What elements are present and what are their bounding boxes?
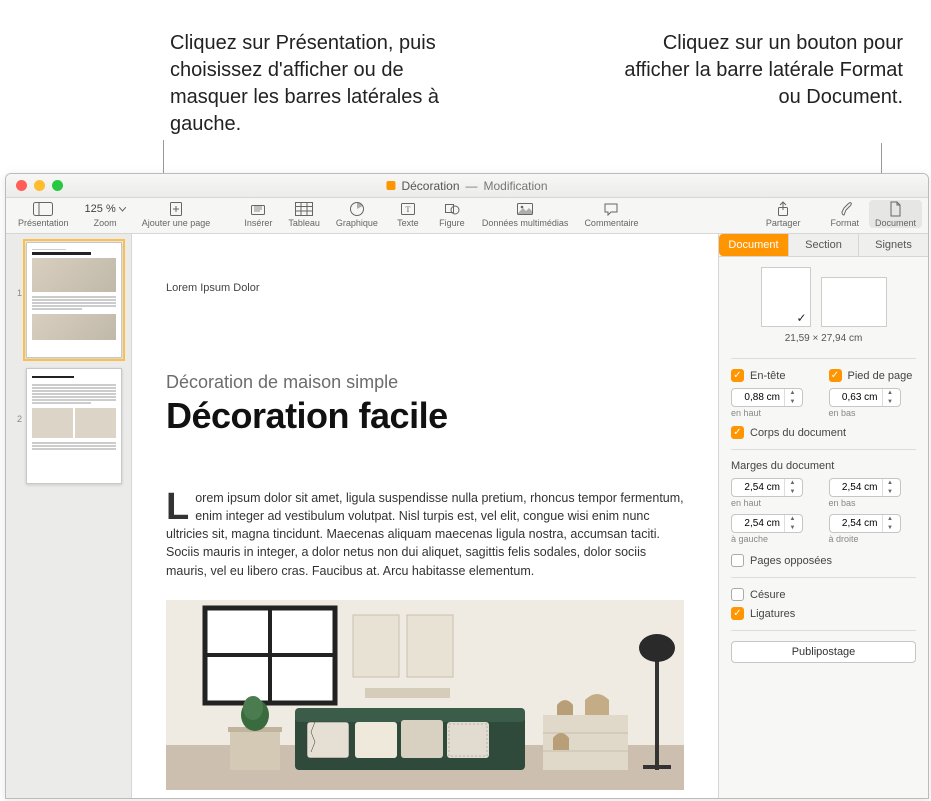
thumbnail-page-1[interactable] [26, 242, 122, 358]
thumbnail-number: 2 [12, 414, 22, 424]
margin-left-stepper[interactable]: ▲▼ [731, 514, 803, 533]
app-window: Décoration — Modification Présentation 1… [5, 173, 929, 799]
footer-sublabel: en bas [829, 408, 917, 418]
stepper-down-icon[interactable]: ▼ [785, 398, 800, 407]
tab-document[interactable]: Document [719, 234, 788, 256]
table-icon [292, 200, 316, 218]
toolbar: Présentation 125 % Zoom Ajouter une page… [6, 198, 928, 234]
minimize-window-button[interactable] [34, 180, 45, 191]
body-checkbox[interactable]: ✓ [731, 426, 744, 439]
document-icon-toolbar [883, 200, 907, 218]
text-button[interactable]: T Texte [388, 200, 428, 228]
page-size-label: 21,59 × 27,94 cm [731, 333, 916, 344]
svg-text:T: T [405, 205, 410, 214]
format-brush-icon [833, 200, 857, 218]
document-canvas[interactable]: Lorem Ipsum Dolor Décoration de maison s… [132, 234, 718, 798]
view-button[interactable]: Présentation [12, 200, 75, 228]
stepper-up-icon[interactable]: ▲ [883, 389, 898, 398]
margin-bottom-input[interactable] [830, 482, 882, 493]
tab-bookmarks[interactable]: Signets [858, 234, 928, 256]
document-title: Décoration [401, 179, 459, 193]
zoom-value: 125 % [85, 200, 126, 218]
document-status: Modification [484, 179, 548, 193]
add-page-icon [164, 200, 188, 218]
stepper-up-icon[interactable]: ▲ [785, 389, 800, 398]
facing-pages-checkbox[interactable] [731, 554, 744, 567]
header-stepper[interactable]: ▲▼ [731, 388, 803, 407]
page-subtitle: Décoration de maison simple [166, 372, 684, 393]
shape-icon [440, 200, 464, 218]
margin-right-stepper[interactable]: ▲▼ [829, 514, 901, 533]
check-icon: ✓ [796, 311, 806, 325]
insert-icon [246, 200, 270, 218]
header-label: En-tête [750, 370, 785, 382]
chart-button[interactable]: Graphique [330, 200, 384, 228]
share-button[interactable]: Partager [760, 200, 807, 228]
inspector-sidebar: Document Section Signets ✓ 21,59 × 27,94… [718, 234, 928, 798]
page-size-landscape[interactable] [821, 277, 887, 327]
page-header-text: Lorem Ipsum Dolor [166, 282, 684, 294]
share-icon [771, 200, 795, 218]
callout-right: Cliquez sur un bouton pour afficher la b… [623, 30, 903, 111]
footer-checkbox[interactable]: ✓ [829, 369, 842, 382]
chart-icon [345, 200, 369, 218]
facing-pages-label: Pages opposées [750, 555, 832, 567]
format-button[interactable]: Format [824, 200, 865, 228]
document-icon [386, 181, 395, 190]
page-size-portrait[interactable]: ✓ [761, 267, 811, 327]
callout-left: Cliquez sur Présentation, puis choisisse… [170, 30, 480, 138]
body-label: Corps du document [750, 427, 846, 439]
tab-section[interactable]: Section [788, 234, 858, 256]
ligatures-label: Ligatures [750, 608, 795, 620]
media-button[interactable]: Données multimédias [476, 200, 575, 228]
comment-button[interactable]: Commentaire [578, 200, 644, 228]
media-icon [513, 200, 537, 218]
header-value-input[interactable] [732, 392, 784, 403]
hyphenation-label: Césure [750, 589, 785, 601]
shape-button[interactable]: Figure [432, 200, 472, 228]
page-title: Décoration facile [166, 395, 684, 437]
stepper-down-icon[interactable]: ▼ [883, 398, 898, 407]
footer-label: Pied de page [848, 370, 913, 382]
header-checkbox[interactable]: ✓ [731, 369, 744, 382]
footer-value-input[interactable] [830, 392, 882, 403]
margins-title: Marges du document [731, 460, 916, 472]
add-page-button[interactable]: Ajouter une page [136, 200, 217, 228]
footer-stepper[interactable]: ▲▼ [829, 388, 901, 407]
margin-left-input[interactable] [732, 518, 784, 529]
insert-button[interactable]: Insérer [238, 200, 278, 228]
comment-icon [599, 200, 623, 218]
header-sublabel: en haut [731, 408, 819, 418]
document-button[interactable]: Document [869, 200, 922, 228]
titlebar: Décoration — Modification [6, 174, 928, 198]
margin-top-input[interactable] [732, 482, 784, 493]
thumbnail-sidebar[interactable]: 1 2 [6, 234, 132, 798]
margin-top-stepper[interactable]: ▲▼ [731, 478, 803, 497]
inline-image[interactable] [166, 600, 684, 790]
ligatures-checkbox[interactable]: ✓ [731, 607, 744, 620]
zoom-menu[interactable]: 125 % Zoom [79, 200, 132, 228]
mail-merge-button[interactable]: Publipostage [731, 641, 916, 663]
text-icon: T [396, 200, 420, 218]
page: Lorem Ipsum Dolor Décoration de maison s… [132, 234, 718, 798]
thumbnail-number: 1 [12, 288, 22, 298]
hyphenation-checkbox[interactable] [731, 588, 744, 601]
table-button[interactable]: Tableau [282, 200, 326, 228]
margin-bottom-stepper[interactable]: ▲▼ [829, 478, 901, 497]
inspector-tabs: Document Section Signets [719, 234, 928, 257]
close-window-button[interactable] [16, 180, 27, 191]
panel-icon [31, 200, 55, 218]
margin-right-input[interactable] [830, 518, 882, 529]
body-paragraph: Lorem ipsum dolor sit amet, ligula suspe… [166, 489, 684, 580]
thumbnail-page-2[interactable] [26, 368, 122, 484]
zoom-window-button[interactable] [52, 180, 63, 191]
